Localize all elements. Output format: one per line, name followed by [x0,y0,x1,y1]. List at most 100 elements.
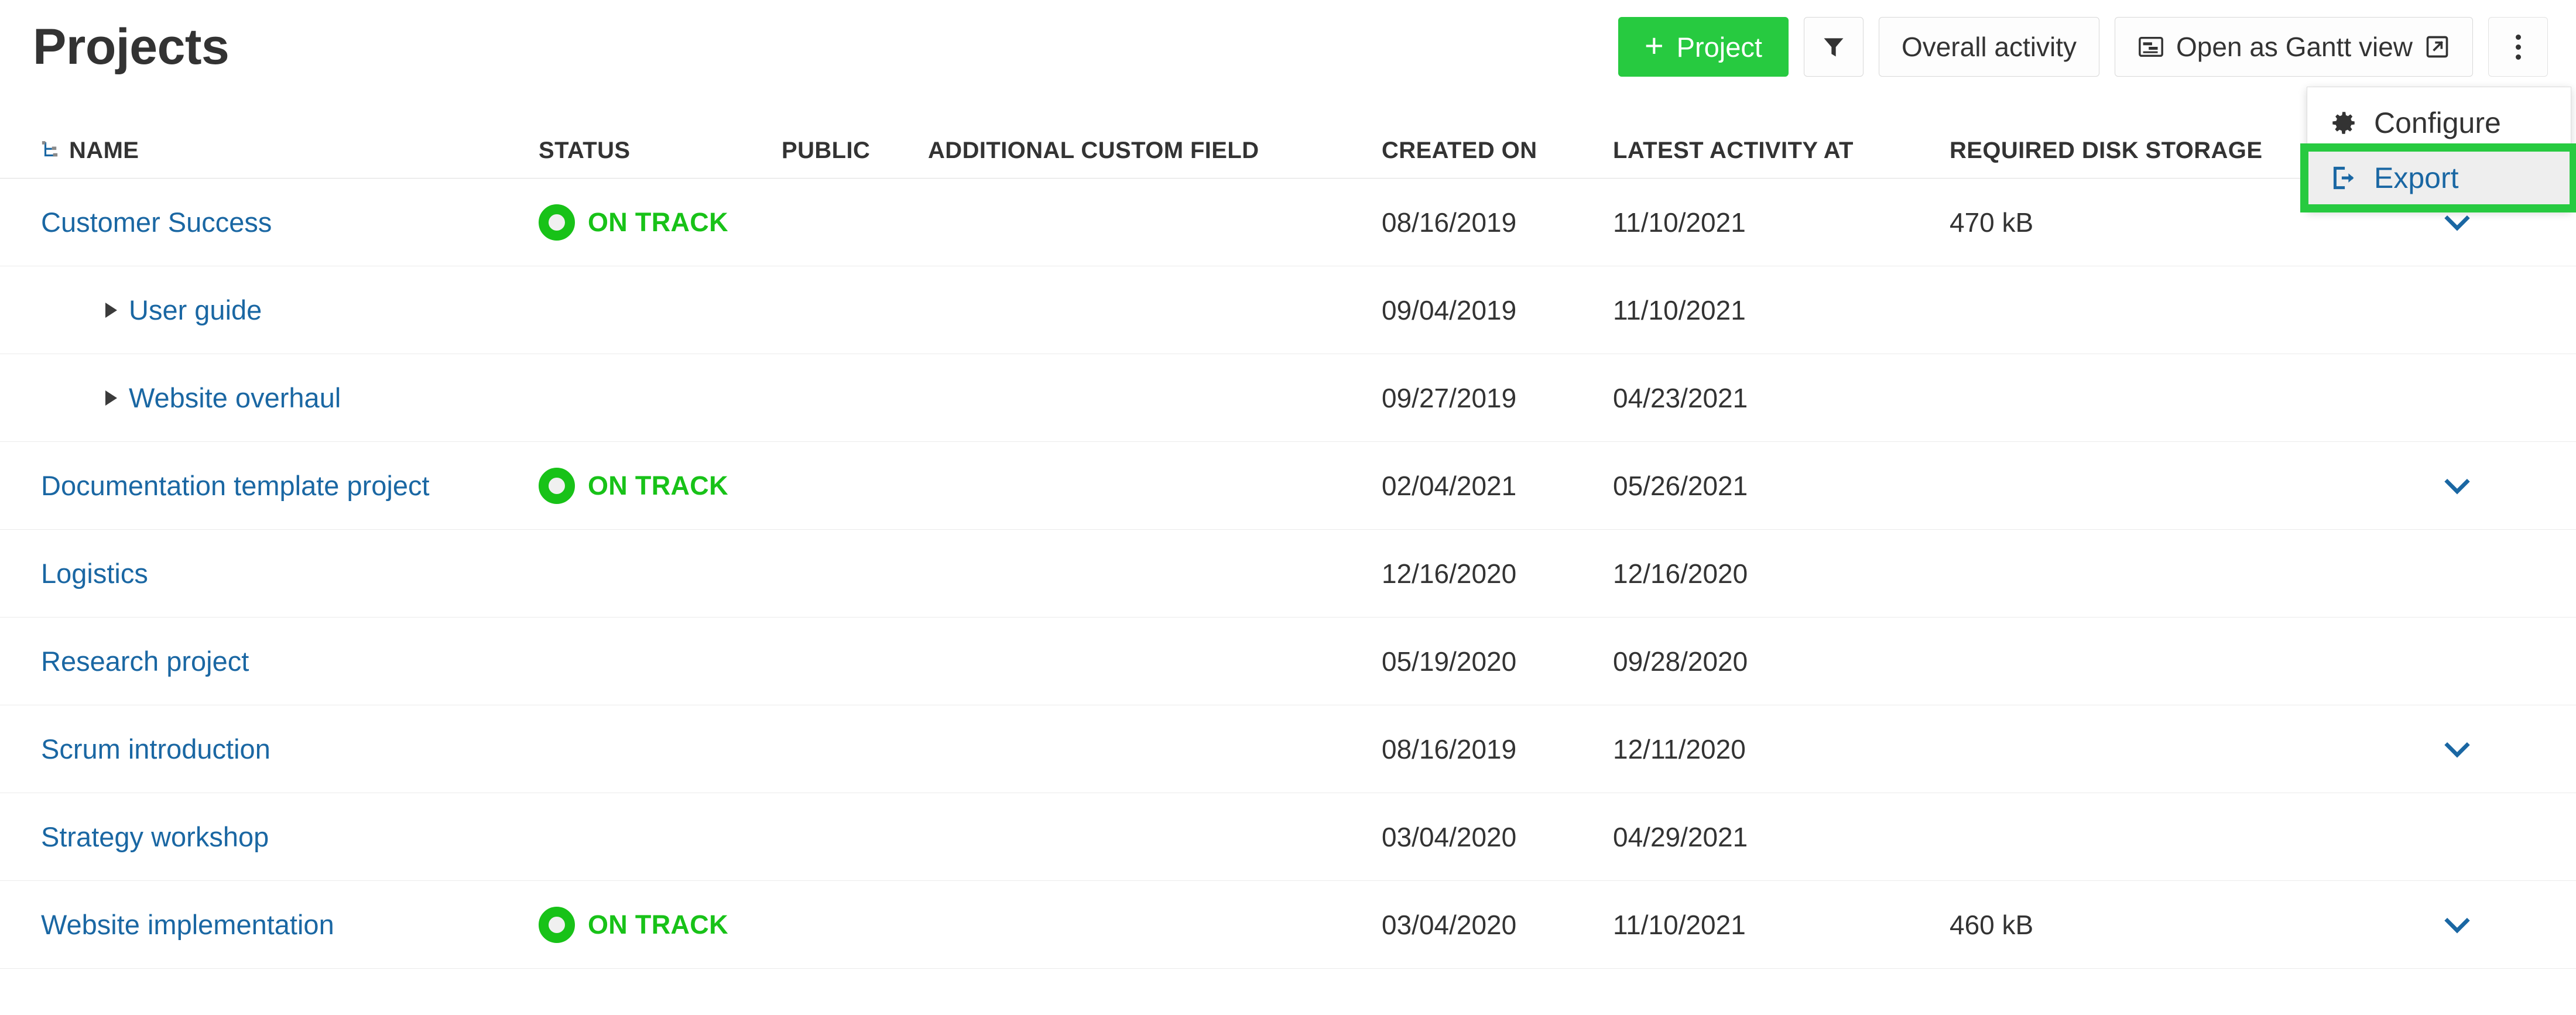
menu-item-configure[interactable]: Configure [2307,95,2571,150]
export-arrow-icon [2328,163,2359,193]
status-ring-icon [539,468,575,504]
filter-funnel-icon [1821,34,1847,60]
cell-latest-activity-at: 12/11/2020 [1613,733,1950,765]
cell-latest-activity-at: 11/10/2021 [1613,207,1950,238]
table-row: User guide 09/04/201911/10/2021 [0,266,2576,354]
cell-row-expand [2383,908,2576,942]
status-badge: ON TRACK [588,910,728,940]
more-options-button[interactable] [2488,17,2548,77]
column-header-public-label: PUBLIC [782,138,870,164]
cell-required-disk-storage: 470 kB [1950,207,2383,238]
table-row: Scrum introduction 08/16/201912/11/2020 [0,705,2576,793]
column-header-name-label: NAME [69,138,139,164]
column-header-latest-activity-at[interactable]: LATEST ACTIVITY AT [1613,138,1950,164]
column-header-additional-custom-field[interactable]: ADDITIONAL CUSTOM FIELD [928,138,1382,164]
cell-name: Scrum introduction [0,733,539,765]
add-project-label: Project [1677,31,1762,63]
hierarchy-sort-icon [41,141,59,161]
column-header-status-label: STATUS [539,138,630,164]
vertical-dots-icon-dot3 [2516,54,2521,60]
table-row: Customer Success ON TRACK 08/16/201911/10/… [0,179,2576,266]
cell-created-on: 12/16/2020 [1382,558,1613,589]
table-header-row: NAME STATUS PUBLIC ADDITIONAL CUSTOM FIE… [0,94,2576,179]
open-as-gantt-view-button[interactable]: Open as Gantt view [2115,17,2473,77]
cell-row-expand [2383,469,2576,503]
vertical-dots-icon [2516,35,2521,40]
vertical-dots-icon-dot2 [2516,44,2521,50]
page-toolbar: Projects + Project Overall activity [0,0,2576,94]
page-title: Projects [33,22,229,72]
external-link-icon [2424,34,2450,60]
cell-created-on: 03/04/2020 [1382,909,1613,941]
cell-name: Website overhaul [0,382,539,414]
expand-triangle-icon[interactable] [105,390,117,406]
chevron-down-icon[interactable] [2440,469,2474,503]
more-options-dropdown: Configure Export [2307,87,2571,211]
table-row: Strategy workshop 03/04/202004/29/2021 [0,793,2576,881]
cell-latest-activity-at: 11/10/2021 [1613,909,1950,941]
cell-name: Research project [0,645,539,677]
column-header-name[interactable]: NAME [0,138,539,164]
cell-created-on: 08/16/2019 [1382,207,1613,238]
project-name-link[interactable]: Strategy workshop [41,821,269,853]
chevron-down-icon[interactable] [2440,908,2474,942]
gantt-chart-icon [2137,33,2164,60]
table-row: Documentation template project ON TRACK 02… [0,442,2576,530]
cell-name: Website implementation [0,908,539,941]
cell-status: ON TRACK [539,468,782,504]
cell-latest-activity-at: 12/16/2020 [1613,558,1950,589]
status-badge: ON TRACK [588,471,728,501]
cell-name: Customer Success [0,206,539,238]
cell-latest-activity-at: 04/23/2021 [1613,382,1950,414]
cell-required-disk-storage: 460 kB [1950,909,2383,941]
chevron-down-icon[interactable] [2440,732,2474,766]
project-name-link[interactable]: Logistics [41,557,148,589]
menu-item-export-label: Export [2374,161,2459,195]
column-header-created-label: CREATED ON [1382,138,1537,164]
cell-latest-activity-at: 04/29/2021 [1613,821,1950,853]
column-header-custom-label: ADDITIONAL CUSTOM FIELD [928,138,1259,164]
column-header-created-on[interactable]: CREATED ON [1382,138,1613,164]
project-name-link[interactable]: Documentation template project [41,469,430,502]
cell-created-on: 09/04/2019 [1382,294,1613,326]
cell-created-on: 09/27/2019 [1382,382,1613,414]
overall-activity-button[interactable]: Overall activity [1879,17,2099,77]
column-header-status[interactable]: STATUS [539,138,782,164]
cell-created-on: 03/04/2020 [1382,821,1613,853]
plus-icon: + [1645,33,1664,59]
column-header-latest-label: LATEST ACTIVITY AT [1613,138,1854,164]
projects-page: Projects + Project Overall activity [0,0,2576,1015]
add-project-button[interactable]: + Project [1618,17,1789,77]
gantt-label: Open as Gantt view [2176,31,2413,63]
project-name-link[interactable]: Website overhaul [129,382,341,414]
toolbar-actions: + Project Overall activity Open as Gantt [1618,17,2548,77]
cell-latest-activity-at: 05/26/2021 [1613,470,1950,502]
cell-name: Logistics [0,557,539,589]
project-name-link[interactable]: Website implementation [41,908,334,941]
column-header-disk-label: REQUIRED DISK STORAGE [1950,138,2262,164]
project-name-link[interactable]: Research project [41,645,249,677]
expand-triangle-icon[interactable] [105,303,117,318]
cell-latest-activity-at: 11/10/2021 [1613,294,1950,326]
cell-name: Strategy workshop [0,821,539,853]
table-row: Website overhaul 09/27/201904/23/2021 [0,354,2576,442]
cell-row-expand [2383,732,2576,766]
project-name-link[interactable]: Scrum introduction [41,733,270,765]
cell-created-on: 02/04/2021 [1382,470,1613,502]
cell-latest-activity-at: 09/28/2020 [1613,646,1950,677]
gear-icon [2328,108,2359,138]
filter-button[interactable] [1804,17,1864,77]
project-name-link[interactable]: Customer Success [41,206,272,238]
table-row: Logistics 12/16/202012/16/2020 [0,530,2576,618]
cell-created-on: 05/19/2020 [1382,646,1613,677]
cell-name: User guide [0,294,539,326]
status-ring-icon [539,907,575,943]
cell-status: ON TRACK [539,907,782,943]
column-header-public[interactable]: PUBLIC [782,138,928,164]
projects-table: NAME STATUS PUBLIC ADDITIONAL CUSTOM FIE… [0,94,2576,969]
menu-item-export[interactable]: Export [2307,150,2571,205]
cell-created-on: 08/16/2019 [1382,733,1613,765]
project-name-link[interactable]: User guide [129,294,262,326]
table-row: Research project 05/19/202009/28/2020 [0,618,2576,705]
cell-status: ON TRACK [539,204,782,241]
